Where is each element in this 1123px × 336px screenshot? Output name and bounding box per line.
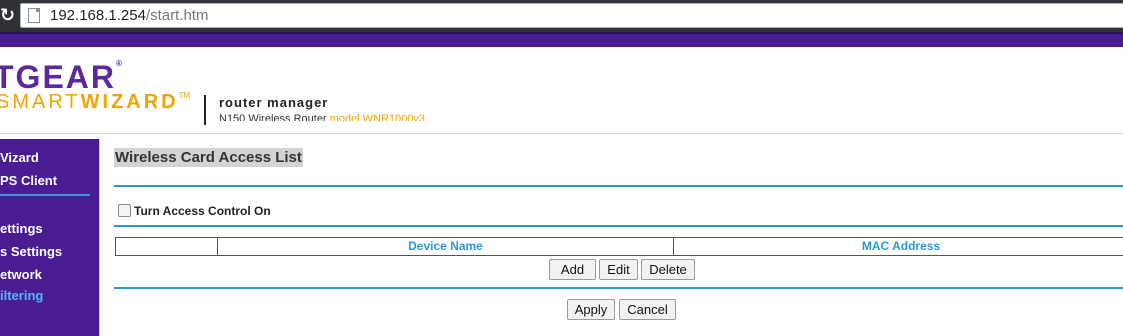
sidebar-item-setup-wizard[interactable]: Vizard	[0, 150, 99, 170]
cancel-button[interactable]: Cancel	[619, 299, 676, 320]
reload-icon[interactable]: ↻	[0, 4, 15, 28]
smartwizard-logo: SMARTWIZARDTM	[0, 91, 191, 113]
section-rule	[114, 225, 1123, 227]
model-line: N150 Wireless Router model WNR1000v3	[219, 111, 479, 121]
top-banner-bar	[0, 32, 1123, 47]
sidebar-item-mac-filtering[interactable]: iltering	[0, 288, 99, 308]
table-header-select	[116, 238, 218, 255]
title-rule	[114, 185, 1123, 187]
page-icon	[28, 8, 40, 23]
sidebar-item-basic-settings[interactable]: ettings	[0, 221, 99, 241]
table-header-mac-address: MAC Address	[861, 239, 941, 253]
router-manager-label: router manager	[219, 95, 329, 110]
main-content: Wireless Card Access List Turn Access Co…	[105, 139, 1123, 336]
address-bar[interactable]: 192.168.1.254/start.htm	[20, 3, 1123, 28]
model-name: model WNR1000v3	[329, 113, 426, 121]
sidebar-item-wps-client[interactable]: PS Client	[0, 173, 99, 193]
add-button[interactable]: Add	[549, 259, 596, 280]
header-divider	[204, 95, 206, 125]
browser-toolbar: ↻ 192.168.1.254/start.htm	[0, 0, 1123, 32]
sidebar-separator	[0, 194, 90, 196]
access-control-row: Turn Access Control On	[118, 202, 271, 218]
access-list-table: Device Name MAC Address	[115, 237, 1123, 256]
delete-button[interactable]: Delete	[641, 259, 695, 280]
router-header: TGEAR® SMARTWIZARDTM router manager N150…	[0, 47, 1123, 135]
page-title: Wireless Card Access List	[114, 148, 303, 167]
access-control-checkbox[interactable]	[118, 204, 131, 218]
apply-button[interactable]: Apply	[567, 299, 615, 320]
url-text[interactable]: 192.168.1.254/start.htm	[50, 7, 208, 24]
edit-button[interactable]: Edit	[599, 259, 638, 280]
url-host: 192.168.1.254	[50, 7, 146, 24]
access-control-label[interactable]: Turn Access Control On	[134, 204, 271, 218]
sidebar-item-guest-network[interactable]: etwork	[0, 267, 99, 287]
sidebar-menu: Vizard PS Client ettings s Settings etwo…	[0, 139, 99, 336]
url-path: /start.htm	[145, 7, 209, 24]
sidebar-item-wireless-settings[interactable]: s Settings	[0, 244, 99, 264]
footer-rule	[114, 287, 1123, 289]
product-line: N150 Wireless Router	[219, 113, 327, 121]
table-header-device-name: Device Name	[218, 238, 674, 255]
